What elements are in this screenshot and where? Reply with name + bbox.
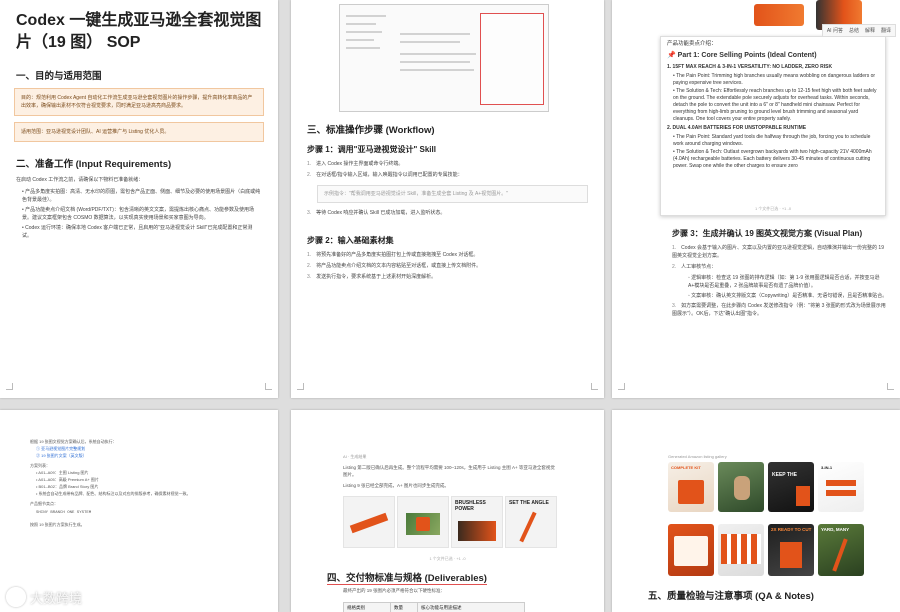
page-corner-mark: [887, 383, 894, 390]
page-corner-mark: [591, 383, 598, 390]
review-bullet: ◦ 文案审核：确认英文排版文案（Copywriting）是否精准、无语句错误，且…: [688, 293, 888, 299]
page-corner-mark: [265, 383, 272, 390]
step-heading: 步骤 1：调用"亚马逊视觉设计" Skill: [307, 145, 436, 154]
gallery-caption: Generated Amazon listing gallery: [668, 454, 727, 459]
gallery-image[interactable]: 3-IN-1: [818, 462, 864, 512]
panel-heading: 产品功能卖点介绍：: [667, 41, 717, 47]
explain-button[interactable]: 解释: [865, 27, 875, 34]
generated-image-card[interactable]: BRUSHLESS POWER: [451, 496, 503, 548]
step-item: 2. 人工审核节点：: [672, 264, 717, 270]
doc-link[interactable]: ① 亚马逊视觉图片完整规划: [36, 445, 254, 452]
prep-bullet: • Codex 运行环境：确保本地 Codex 客户端已正常，且启用的"亚马逊视…: [22, 225, 253, 239]
step-item: 3. 等待 Codex 响应并确认 Skill 已成功加载，进入监听状态。: [307, 210, 446, 216]
result-text: Listing 9 张已经全部完成，A+ 图片也同步生成完成。: [343, 483, 449, 488]
section-heading-purpose: 一、目的与适用范围: [16, 71, 102, 82]
document-page-6: Generated Amazon listing gallery COMPLET…: [612, 410, 900, 612]
step-item: 3. 发送执行指令，要求系统基于上述素材开始深度解析。: [307, 274, 437, 280]
section-heading-preparation: 二、准备工作 (Input Requirements): [16, 159, 172, 170]
document-page-2: 三、标准操作步骤 (Workflow) 步骤 1：调用"亚马逊视觉设计" Ski…: [291, 0, 604, 398]
step-item: 2. 将产品功能卖点介绍文档的文本内容粘贴至对话框，或直接上传文档附件。: [307, 263, 482, 269]
review-bullet: ◦ 逻辑审核：检查这 19 张图的排布逻辑（如：第 1-9 张用图逻辑是否合适，…: [688, 275, 880, 289]
final-line: 按照 19 张图片方案执行生成。: [30, 522, 85, 527]
generated-image-card[interactable]: [397, 496, 449, 548]
generated-image-card[interactable]: SET THE ANGLE: [505, 496, 557, 548]
selling-point-bullet: • The Pain Point: Standard yard tools di…: [673, 134, 871, 147]
scope-callout: 适用范围：亚马逊视觉设计团队、AI 运营推广与 Listing 优化人员。: [14, 122, 264, 142]
generated-image-card[interactable]: [343, 496, 395, 548]
code-snippet: SHINY BRANCH ONE SYSTEM: [36, 511, 92, 515]
step-item: 1. 进入 Codex 操作主界面或命令行终端。: [307, 161, 404, 167]
table-header: 核心功能与用途描述: [418, 603, 524, 612]
deliverables-intro: 最终产出的 19 张图片必须严格符合以下硬性标准：: [343, 588, 446, 593]
panel-pager: 1 个文件已选 · +1 -0: [754, 206, 792, 211]
list-item: • A01–A09：主图 Listing 图片: [36, 470, 89, 475]
list-item: • B01–B02：品牌 Brand Story 图片: [36, 484, 99, 489]
document-page-1: Codex 一键生成亚马逊全套视觉图片（19 图） SOP 一、目的与适用范围 …: [0, 0, 278, 398]
page-corner-mark: [618, 383, 625, 390]
document-title: Codex 一键生成亚马逊全套视觉图片（19 图） SOP: [16, 12, 262, 51]
gallery-image[interactable]: 2X READY TO CUT: [768, 524, 814, 576]
selling-point-title: 1. 15FT MAX REACH & 3-IN-1 VERSATILITY: …: [667, 64, 833, 70]
product-image: [754, 4, 804, 26]
watermark: 大数跨境: [6, 587, 82, 607]
page-corner-mark: [6, 383, 13, 390]
table-header: 规格类别: [344, 603, 391, 612]
preparation-intro: 在启动 Codex 工作流之前，请确保以下物料已准备就绪：: [16, 177, 144, 183]
document-page-5: AI · 生成结果 Listing 第二版已确认后再生成。整个流程平均需要 10…: [291, 410, 604, 612]
step-heading: 步骤 2：输入基础素材集: [307, 236, 394, 245]
ai-toolbar: AI 问答 总结 解释 翻译: [821, 24, 896, 37]
watermark-logo-icon: [6, 587, 26, 607]
prompt-example: 示例指令："帮我调用亚马逊视觉设计 Skill，准备生成全套 Listing 及…: [317, 185, 588, 203]
highlight-box: [480, 13, 544, 105]
gallery-image[interactable]: [718, 462, 764, 512]
summarize-button[interactable]: 总结: [849, 27, 859, 34]
result-intro: 根据 19 张图文视觉方案确认后，系统自动执行：: [30, 439, 117, 444]
part-heading: 📌 Part 1: Core Selling Points (Ideal Con…: [667, 52, 817, 59]
step-item: 1. Codex 会基于输入的图片、文案以及内置的亚马逊视觉逻辑，自动推演并输出一…: [672, 245, 884, 259]
doc-link[interactable]: ② 19 张图片文案（英文版）: [36, 452, 254, 459]
gallery-image[interactable]: COMPLETE KIT: [668, 462, 714, 512]
deliverables-table: 规格类别 数量 核心功能与用途描述: [343, 602, 525, 612]
pager: 1 个文件已选 · +1 -0: [429, 556, 466, 561]
gallery-image[interactable]: [668, 524, 714, 576]
step-heading: 步骤 3：生成并确认 19 图英文视觉方案 (Visual Plan): [672, 229, 863, 238]
document-page-3: 产品功能卖点介绍： 📌 Part 1: Core Selling Points …: [612, 0, 900, 398]
prep-bullet: • 产品功能卖点介绍文档 (Word/PDF/TXT)：包含清晰的英文文案，需提…: [22, 207, 254, 221]
step-item: 1. 将预先准备好的产品多角度实拍图打包上传或直接拖拽至 Codex 对话框。: [307, 252, 479, 258]
selling-points-panel: 产品功能卖点介绍： 📌 Part 1: Core Selling Points …: [660, 36, 886, 216]
ai-caption: AI · 生成结果: [343, 454, 367, 459]
selling-point-title: 2. DUAL 4.0AH BATTERIES FOR UNSTOPPABLE …: [667, 125, 807, 131]
step-item: 3. 如方案需要调整，在此步骤向 Codex 发送修改指令（例："将第 3 张图的…: [672, 303, 886, 317]
selling-point-bullet: • The Solution & Tech: Effortlessly reac…: [673, 88, 877, 122]
purpose-callout: 目的：规范利用 Codex Agent 自动化工作流生成亚马逊全套视觉图片的操作…: [14, 88, 264, 116]
section-heading-workflow: 三、标准操作步骤 (Workflow): [307, 125, 435, 136]
list-label: 产品细节卖点：: [30, 501, 58, 506]
section-heading-qa: 五、质量检验与注意事项 (QA & Notes): [648, 591, 814, 602]
gallery-image[interactable]: [718, 524, 764, 576]
selling-point-bullet: • The Solution & Tech: Outlast overgrown…: [673, 149, 872, 169]
translate-button[interactable]: 翻译: [881, 27, 891, 34]
page-corner-mark: [297, 383, 304, 390]
selling-point-bullet: • The Pain Point: Trimming high branches…: [673, 73, 876, 86]
document-page-4: 根据 19 张图文视觉方案确认后，系统自动执行： ① 亚马逊视觉图片完整规划 ②…: [0, 410, 278, 612]
codex-screenshot: [339, 4, 549, 112]
gallery-image[interactable]: YARD, MANY: [818, 524, 864, 576]
result-text: Listing 第二版已确认后再生成。整个流程平均需要 100–120s，生成用…: [343, 465, 555, 477]
step-item: 2. 在对话框/指令输入区域，输入唤醒指令以调用已配置的专属技能：: [307, 172, 463, 178]
list-label: 方案列表：: [30, 463, 50, 468]
list-item: • A01–A05：高级 Premium A+ 图片: [36, 477, 99, 482]
list-item: • 系统会自动生成带有品牌、配色、结构标注以及对应的排版参考，确保素材视觉一致。: [36, 491, 191, 496]
ai-qa-button[interactable]: AI 问答: [827, 27, 843, 34]
prep-bullet: • 产品多角度实拍图：高清、无水印的原图，需包含产品正面、侧面、细节及必要的使用…: [22, 189, 261, 203]
gallery-image[interactable]: KEEP THE: [768, 462, 814, 512]
section-heading-deliverables: 四、交付物标准与规格 (Deliverables): [327, 573, 487, 585]
table-header: 数量: [391, 603, 418, 612]
